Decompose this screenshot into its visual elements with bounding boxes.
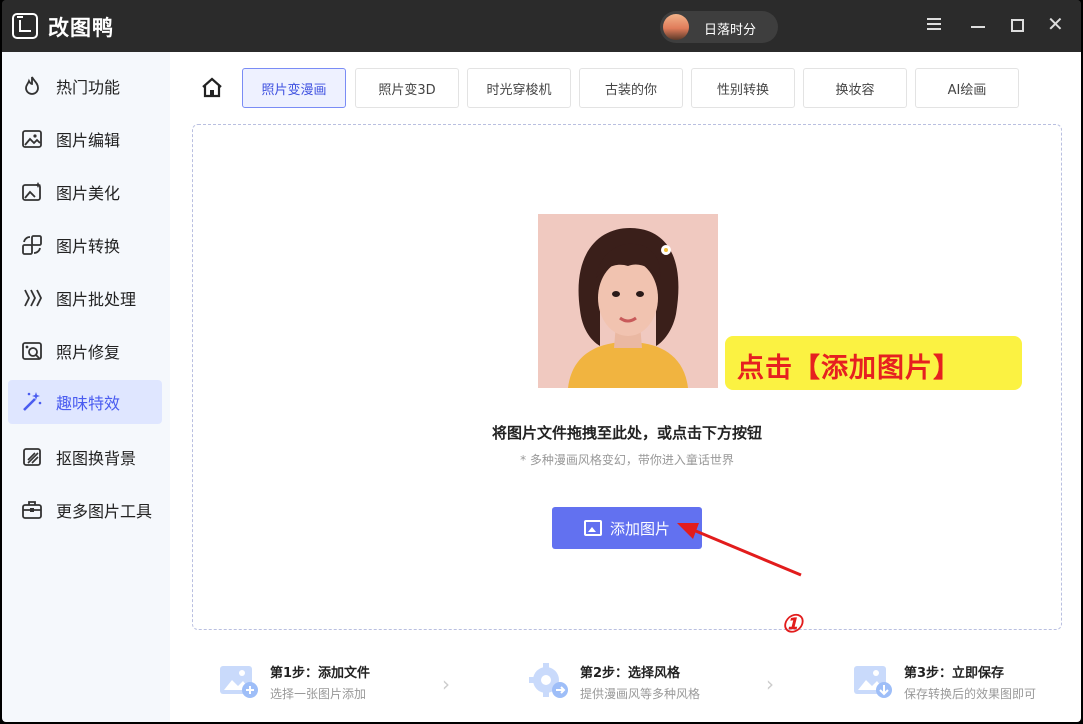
menu-icon[interactable] <box>927 16 947 36</box>
user-account-button[interactable]: 日落时分 <box>660 11 778 43</box>
tab-photo-to-comic[interactable]: 照片变漫画 <box>242 68 346 108</box>
sidebar-item-label: 图片批处理 <box>56 290 137 309</box>
sidebar-item-label: 图片美化 <box>56 184 121 203</box>
magic-wand-icon <box>21 391 43 413</box>
sidebar-item-label: 抠图换背景 <box>56 449 137 468</box>
step-2: 第2步：选择风格 提供漫画风等多种风格 <box>528 660 748 704</box>
sidebar-item-label: 更多图片工具 <box>56 502 153 521</box>
home-icon[interactable] <box>200 76 224 100</box>
drop-zone-subtitle: * 多种漫画风格变幻，带你进入童话世界 <box>520 453 734 467</box>
main-panel: 照片变漫画 照片变3D 时光穿梭机 古装的你 性别转换 换妆容 AI绘画 点击【… <box>170 52 1081 722</box>
sidebar-item-hot[interactable]: 热门功能 <box>8 64 162 108</box>
add-image-label: 添加图片 <box>609 519 670 538</box>
image-icon <box>583 520 602 536</box>
tab-time-machine[interactable]: 时光穿梭机 <box>467 68 571 108</box>
image-convert-icon <box>21 234 43 256</box>
save-download-icon <box>854 666 892 698</box>
image-beautify-icon <box>21 181 43 203</box>
annotation-number: ① <box>781 609 803 638</box>
step-3: 第3步：立即保存 保存转换后的效果图即可 <box>852 660 1072 704</box>
step-title: 第2步：选择风格 <box>580 666 681 681</box>
tab-photo-to-3d[interactable]: 照片变3D <box>355 68 459 108</box>
step-desc: 保存转换后的效果图即可 <box>904 687 1037 701</box>
sidebar-item-label: 图片编辑 <box>56 131 121 150</box>
tab-ancient-costume[interactable]: 古装的你 <box>579 68 683 108</box>
fire-icon <box>21 75 43 97</box>
sidebar-item-label: 图片转换 <box>56 237 121 256</box>
image-edit-icon <box>21 128 43 150</box>
user-name: 日落时分 <box>704 23 757 38</box>
minimize-icon[interactable] <box>968 16 988 36</box>
step-1: 第1步：添加文件 选择一张图片添加 <box>218 660 438 704</box>
sidebar: 热门功能 图片编辑 图片美化 图片转换 图片批处理 照片修复 趣味特效 抠图换背… <box>2 52 170 722</box>
sidebar-item-image-edit[interactable]: 图片编辑 <box>8 117 162 161</box>
toolbox-icon <box>21 499 43 521</box>
avatar <box>663 14 689 40</box>
step-desc: 提供漫画风等多种风格 <box>580 687 701 701</box>
sidebar-item-fun-effects[interactable]: 趣味特效 <box>8 380 162 424</box>
chevron-right-icon: › <box>442 672 450 696</box>
photo-repair-icon <box>21 340 43 362</box>
batch-icon <box>21 287 43 309</box>
app-title: 改图鸭 <box>48 16 114 40</box>
cutout-icon <box>21 446 43 468</box>
instruction-callout: 点击【添加图片】 <box>725 336 1022 390</box>
step-desc: 选择一张图片添加 <box>270 687 367 701</box>
sidebar-item-label: 热门功能 <box>56 78 121 97</box>
sidebar-item-more-tools[interactable]: 更多图片工具 <box>8 488 162 532</box>
drop-zone[interactable]: 点击【添加图片】 将图片文件拖拽至此处，或点击下方按钮 * 多种漫画风格变幻，带… <box>192 124 1062 638</box>
sample-portrait-image <box>538 214 718 388</box>
sidebar-item-label: 趣味特效 <box>56 394 121 413</box>
maximize-icon[interactable] <box>1008 16 1028 36</box>
annotation-arrow <box>677 523 802 577</box>
tab-makeup[interactable]: 换妆容 <box>803 68 907 108</box>
sidebar-item-cutout[interactable]: 抠图换背景 <box>8 435 162 479</box>
app-window: 改图鸭 日落时分 ✕ 热门功能 图片编辑 图片美化 图片转换 图片批处理 照片修… <box>2 0 1081 722</box>
callout-text: 点击【添加图片】 <box>737 353 961 384</box>
tab-gender-swap[interactable]: 性别转换 <box>691 68 795 108</box>
style-settings-icon <box>529 663 568 698</box>
close-icon[interactable]: ✕ <box>1047 14 1067 34</box>
add-file-icon <box>220 666 258 698</box>
title-bar: 改图鸭 日落时分 ✕ <box>2 0 1081 52</box>
sidebar-item-batch[interactable]: 图片批处理 <box>8 276 162 320</box>
tab-ai-painting[interactable]: AI绘画 <box>915 68 1019 108</box>
drop-zone-title: 将图片文件拖拽至此处，或点击下方按钮 <box>491 424 762 442</box>
app-logo-icon <box>12 13 38 39</box>
step-title: 第3步：立即保存 <box>904 666 1005 681</box>
step-title: 第1步：添加文件 <box>270 666 371 681</box>
sidebar-item-image-convert[interactable]: 图片转换 <box>8 223 162 267</box>
sidebar-item-photo-repair[interactable]: 照片修复 <box>8 329 162 373</box>
chevron-right-icon: › <box>766 672 774 696</box>
sidebar-item-label: 照片修复 <box>56 343 121 362</box>
sidebar-item-image-beautify[interactable]: 图片美化 <box>8 170 162 214</box>
